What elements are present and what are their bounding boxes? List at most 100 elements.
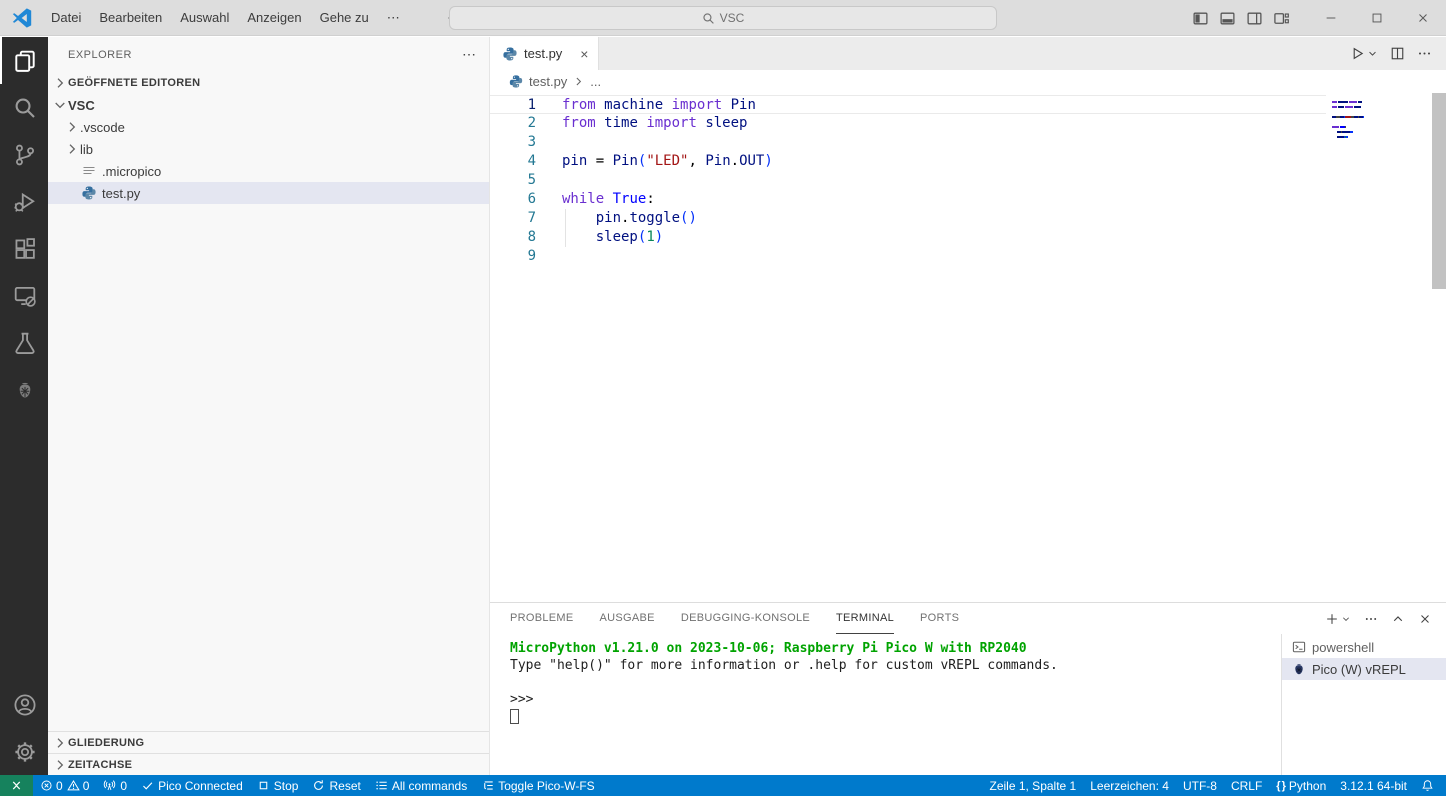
menu-bearbeiten[interactable]: Bearbeiten	[90, 5, 171, 31]
maximize-button[interactable]	[1354, 0, 1400, 36]
encoding[interactable]: UTF-8	[1176, 775, 1224, 796]
raspberry-icon	[15, 380, 35, 400]
tree-item-lib-folder[interactable]: lib	[48, 138, 489, 160]
plus-icon	[1325, 612, 1339, 626]
tree-item-micropico-file[interactable]: .micropico	[48, 160, 489, 182]
bell-icon	[1421, 779, 1434, 792]
panel-tab-debug-konsole[interactable]: DEBUGGING-KONSOLE	[681, 603, 810, 634]
activitybar-account[interactable]	[0, 681, 48, 728]
pico-connected-button[interactable]: Pico Connected	[134, 775, 250, 796]
close-panel-icon[interactable]	[1418, 612, 1432, 626]
error-icon	[40, 779, 53, 792]
split-editor-icon[interactable]	[1390, 46, 1405, 61]
menu-anzeigen[interactable]: Anzeigen	[238, 5, 310, 31]
chevron-right-icon	[572, 75, 585, 88]
problems-indicator[interactable]: 0 0	[33, 775, 96, 796]
activitybar-extensions[interactable]	[0, 225, 48, 272]
raspberry-icon	[1292, 662, 1306, 676]
panel-tab-probleme[interactable]: PROBLEME	[510, 603, 574, 634]
tree-item-testpy-file[interactable]: test.py	[48, 182, 489, 204]
code-line[interactable]: 1from machine import Pin	[490, 95, 1326, 114]
toggle-sidebar-icon[interactable]	[1192, 10, 1209, 27]
panel-more-actions-icon[interactable]	[1364, 612, 1378, 626]
toggle-secondary-sidebar-icon[interactable]	[1246, 10, 1263, 27]
indentation[interactable]: Leerzeichen: 4	[1083, 775, 1176, 796]
stop-button[interactable]: Stop	[250, 775, 306, 796]
terminal-item-powershell[interactable]: powershell	[1282, 636, 1446, 658]
editor-more-actions-icon[interactable]	[1417, 46, 1432, 61]
menu-auswahl[interactable]: Auswahl	[171, 5, 238, 31]
editor-scrollbar[interactable]	[1432, 93, 1446, 289]
run-button[interactable]	[1350, 46, 1378, 61]
python-interpreter[interactable]: 3.12.1 64-bit	[1333, 775, 1414, 796]
explorer-more-actions[interactable]: ⋯	[462, 46, 477, 63]
toggle-pico-fs-button[interactable]: Toggle Pico-W-FS	[474, 775, 601, 796]
explorer-sidebar: EXPLORER ⋯ GEÖFFNETE EDITOREN VSC .vscod…	[48, 37, 490, 775]
minimap[interactable]	[1332, 101, 1422, 146]
chevron-right-icon	[64, 141, 80, 157]
search-icon	[702, 12, 715, 25]
customize-layout-icon[interactable]	[1273, 10, 1290, 27]
panel-tab-terminal[interactable]: TERMINAL	[836, 603, 894, 634]
language-mode[interactable]: { } Python	[1269, 775, 1333, 796]
toggle-panel-icon[interactable]	[1219, 10, 1236, 27]
terminal-item-pico-vrepl[interactable]: Pico (W) vREPL	[1282, 658, 1446, 680]
chevron-right-icon	[52, 75, 68, 91]
remote-indicator[interactable]	[0, 775, 33, 796]
section-outline[interactable]: GLIEDERUNG	[48, 731, 489, 753]
tab-testpy[interactable]: test.py ×	[490, 37, 599, 70]
source-control-icon	[13, 143, 37, 167]
panel-tab-ausgabe[interactable]: AUSGABE	[600, 603, 655, 634]
code-line[interactable]: 8 sleep(1)	[490, 228, 1326, 247]
code-line[interactable]: 5	[490, 171, 1326, 190]
section-open-editors[interactable]: GEÖFFNETE EDITOREN	[48, 72, 489, 94]
tree-item-vscode-folder[interactable]: .vscode	[48, 116, 489, 138]
chevron-down-icon	[52, 97, 68, 113]
stop-icon	[257, 779, 270, 792]
breadcrumb[interactable]: test.py ...	[490, 70, 1446, 93]
maximize-icon	[1370, 11, 1384, 25]
minimize-button[interactable]	[1308, 0, 1354, 36]
menu-datei[interactable]: Datei	[42, 5, 90, 31]
remote-icon	[10, 779, 23, 792]
activitybar-testing[interactable]	[0, 319, 48, 366]
activity-bar	[0, 37, 48, 775]
explorer-title: EXPLORER	[68, 49, 462, 61]
eol-sequence[interactable]: CRLF	[1224, 775, 1269, 796]
cursor-position[interactable]: Zeile 1, Spalte 1	[983, 775, 1084, 796]
code-line[interactable]: 6while True:	[490, 190, 1326, 209]
activitybar-micropico[interactable]	[0, 366, 48, 413]
activitybar-run-debug[interactable]	[0, 178, 48, 225]
activitybar-remote-explorer[interactable]	[0, 272, 48, 319]
section-timeline[interactable]: ZEITACHSE	[48, 753, 489, 775]
title-bar: Datei Bearbeiten Auswahl Anzeigen Gehe z…	[0, 0, 1446, 36]
terminal-icon	[1292, 640, 1306, 654]
close-icon	[1416, 11, 1430, 25]
tree-root-vsc[interactable]: VSC	[48, 94, 489, 116]
activitybar-search[interactable]	[0, 84, 48, 131]
menu-gehe-zu[interactable]: Gehe zu	[311, 5, 378, 31]
chevron-right-icon	[64, 119, 80, 135]
broadcast-indicator[interactable]: 0	[96, 775, 134, 796]
code-line[interactable]: 3	[490, 133, 1326, 152]
command-center-search[interactable]: VSC	[449, 6, 997, 30]
activitybar-settings[interactable]	[0, 728, 48, 775]
tab-close-icon[interactable]: ×	[580, 46, 588, 62]
panel-tab-ports[interactable]: PORTS	[920, 603, 959, 634]
maximize-panel-icon[interactable]	[1391, 612, 1405, 626]
terminal-output[interactable]: MicroPython v1.21.0 on 2023-10-06; Raspb…	[490, 634, 1281, 775]
code-editor[interactable]: 1from machine import Pin2from time impor…	[490, 93, 1446, 602]
code-line[interactable]: 7 pin.toggle()	[490, 209, 1326, 228]
new-terminal-button[interactable]	[1325, 612, 1351, 626]
editor-tab-bar: test.py ×	[490, 37, 1446, 70]
notifications-button[interactable]	[1414, 775, 1446, 796]
activitybar-source-control[interactable]	[0, 131, 48, 178]
close-window-button[interactable]	[1400, 0, 1446, 36]
reset-button[interactable]: Reset	[305, 775, 367, 796]
activitybar-explorer[interactable]	[0, 37, 48, 84]
menu-more[interactable]: ⋯	[378, 10, 410, 26]
code-line[interactable]: 4pin = Pin("LED", Pin.OUT)	[490, 152, 1326, 171]
code-line[interactable]: 2from time import sleep	[490, 114, 1326, 133]
all-commands-button[interactable]: All commands	[368, 775, 474, 796]
code-line[interactable]: 9	[490, 247, 1326, 266]
